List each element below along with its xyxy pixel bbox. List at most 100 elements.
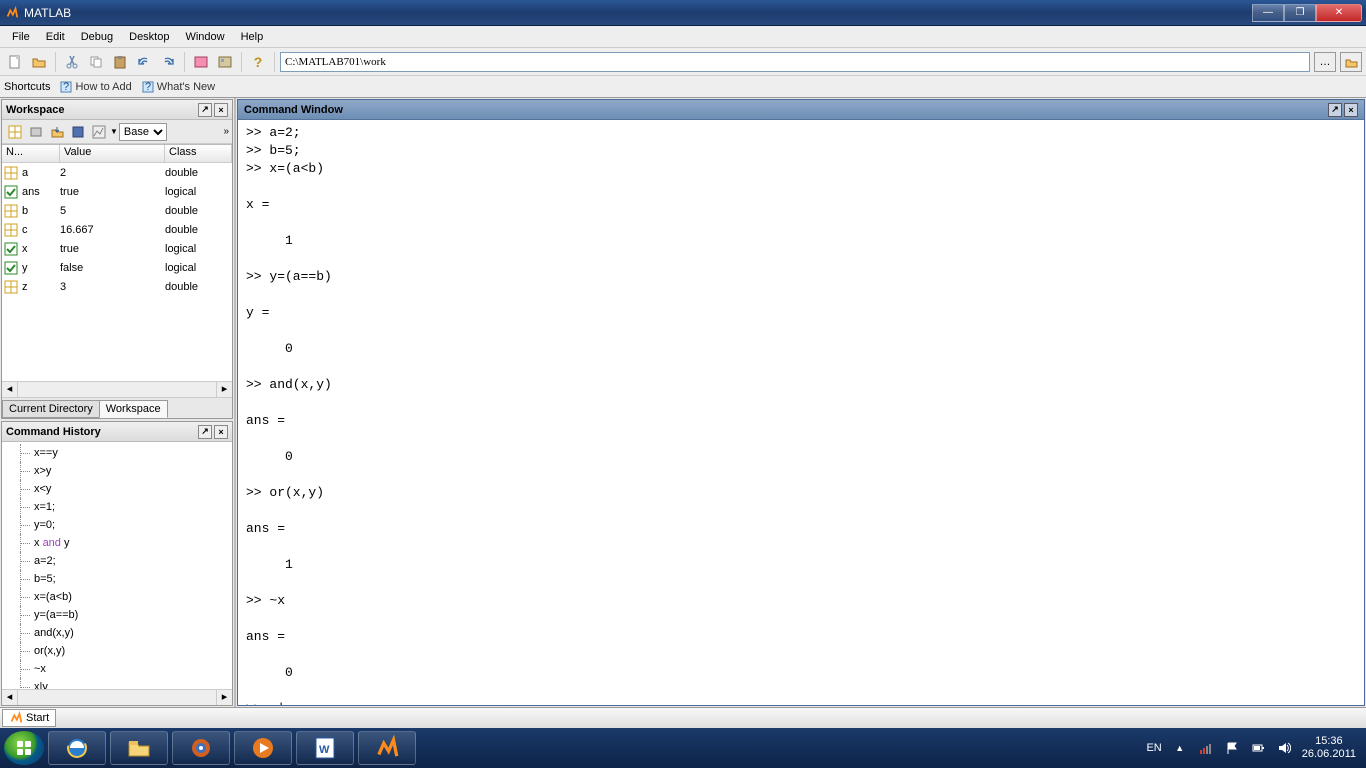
- variable-type-icon: [2, 185, 20, 199]
- command-window-titlebar: Command Window ↗ ×: [238, 100, 1364, 120]
- header-class[interactable]: Class: [165, 145, 232, 162]
- history-line[interactable]: y=0;: [2, 516, 232, 534]
- workspace-scope-select[interactable]: Base: [119, 123, 167, 141]
- path-browse-button[interactable]: …: [1314, 52, 1336, 72]
- workspace-table[interactable]: N... Value Class a2doubleanstruelogicalb…: [2, 144, 232, 381]
- variable-value: true: [60, 243, 165, 255]
- taskbar-mediaplayer-icon[interactable]: [234, 731, 292, 765]
- menu-edit[interactable]: Edit: [38, 28, 73, 46]
- whats-new-link[interactable]: ?What's New: [142, 81, 215, 93]
- workspace-hscroll[interactable]: ◂ ▸: [2, 381, 232, 397]
- minimize-button[interactable]: —: [1252, 4, 1284, 22]
- history-line[interactable]: x<y: [2, 480, 232, 498]
- history-line[interactable]: x and y: [2, 534, 232, 552]
- matlab-logo-icon: [9, 711, 23, 725]
- command-window-close-button[interactable]: ×: [1344, 103, 1358, 117]
- taskbar-word-icon[interactable]: W: [296, 731, 354, 765]
- history-close-button[interactable]: ×: [214, 425, 228, 439]
- open-file-icon[interactable]: [28, 51, 50, 73]
- show-hidden-icon[interactable]: ▲: [1172, 740, 1188, 756]
- history-body[interactable]: x==yx>yx<yx=1;y=0;x and ya=2;b=5;x=(a<b)…: [2, 442, 232, 689]
- menu-desktop[interactable]: Desktop: [121, 28, 177, 46]
- volume-icon[interactable]: [1276, 740, 1292, 756]
- history-line[interactable]: b=5;: [2, 570, 232, 588]
- help-icon[interactable]: ?: [247, 51, 269, 73]
- plot-dropdown-icon[interactable]: ▼: [110, 127, 118, 136]
- command-window-body[interactable]: >> a=2; >> b=5; >> x=(a<b) x = 1 >> y=(a…: [238, 120, 1364, 705]
- start-label: Start: [26, 712, 49, 724]
- flag-icon[interactable]: [1224, 740, 1240, 756]
- workspace-close-button[interactable]: ×: [214, 103, 228, 117]
- history-line[interactable]: or(x,y): [2, 642, 232, 660]
- menu-file[interactable]: File: [4, 28, 38, 46]
- history-line[interactable]: x>y: [2, 462, 232, 480]
- taskbar-explorer-icon[interactable]: [110, 731, 168, 765]
- close-button[interactable]: ✕: [1316, 4, 1362, 22]
- workspace-row[interactable]: a2double: [2, 163, 232, 182]
- header-name[interactable]: N...: [2, 145, 60, 162]
- header-value[interactable]: Value: [60, 145, 165, 162]
- copy-icon[interactable]: [85, 51, 107, 73]
- simulink-icon[interactable]: [190, 51, 212, 73]
- history-line[interactable]: and(x,y): [2, 624, 232, 642]
- variable-name: b: [20, 205, 60, 217]
- current-folder-input[interactable]: [280, 52, 1310, 72]
- save-workspace-icon[interactable]: [68, 122, 88, 142]
- workspace-row[interactable]: z3double: [2, 277, 232, 296]
- network-icon[interactable]: [1198, 740, 1214, 756]
- taskbar-app1-icon[interactable]: [172, 731, 230, 765]
- history-line[interactable]: x|y: [2, 678, 232, 689]
- menu-window[interactable]: Window: [177, 28, 232, 46]
- history-line[interactable]: x==y: [2, 444, 232, 462]
- howto-add-link[interactable]: ?How to Add: [60, 81, 131, 93]
- history-hscroll[interactable]: ◂ ▸: [2, 689, 232, 705]
- variable-value: 3: [60, 281, 165, 293]
- new-file-icon[interactable]: [4, 51, 26, 73]
- workspace-row[interactable]: xtruelogical: [2, 239, 232, 258]
- history-undock-button[interactable]: ↗: [198, 425, 212, 439]
- redo-icon[interactable]: [157, 51, 179, 73]
- windows-start-button[interactable]: [4, 731, 44, 765]
- command-history-panel: Command History ↗ × x==yx>yx<yx=1;y=0;x …: [1, 421, 233, 706]
- workspace-undock-button[interactable]: ↗: [198, 103, 212, 117]
- guide-icon[interactable]: [214, 51, 236, 73]
- new-variable-icon[interactable]: [5, 122, 25, 142]
- undo-icon[interactable]: [133, 51, 155, 73]
- variable-value: true: [60, 186, 165, 198]
- path-up-button[interactable]: [1340, 52, 1362, 72]
- history-line[interactable]: a=2;: [2, 552, 232, 570]
- cut-icon[interactable]: [61, 51, 83, 73]
- history-line[interactable]: x=1;: [2, 498, 232, 516]
- window-titlebar: MATLAB — ❐ ✕: [0, 0, 1366, 26]
- workspace-toolbar-overflow[interactable]: »: [223, 126, 229, 137]
- variable-value: false: [60, 262, 165, 274]
- workspace-row[interactable]: yfalselogical: [2, 258, 232, 277]
- workspace-row[interactable]: c16.667double: [2, 220, 232, 239]
- workspace-row[interactable]: anstruelogical: [2, 182, 232, 201]
- matlab-start-button[interactable]: Start: [2, 709, 56, 727]
- system-clock[interactable]: 15:36 26.06.2011: [1302, 735, 1356, 761]
- power-icon[interactable]: [1250, 740, 1266, 756]
- open-variable-icon[interactable]: [26, 122, 46, 142]
- paste-icon[interactable]: [109, 51, 131, 73]
- variable-value: 5: [60, 205, 165, 217]
- menu-debug[interactable]: Debug: [73, 28, 121, 46]
- tab-current-directory[interactable]: Current Directory: [2, 400, 100, 418]
- menu-help[interactable]: Help: [233, 28, 272, 46]
- maximize-button[interactable]: ❐: [1284, 4, 1316, 22]
- command-window-undock-button[interactable]: ↗: [1328, 103, 1342, 117]
- history-line[interactable]: ~x: [2, 660, 232, 678]
- taskbar-ie-icon[interactable]: [48, 731, 106, 765]
- plot-icon[interactable]: [89, 122, 109, 142]
- variable-type-icon: [2, 223, 20, 237]
- import-data-icon[interactable]: [47, 122, 67, 142]
- window-controls: — ❐ ✕: [1252, 4, 1362, 22]
- variable-class: double: [165, 281, 232, 293]
- history-line[interactable]: x=(a<b): [2, 588, 232, 606]
- tab-workspace[interactable]: Workspace: [99, 400, 168, 418]
- language-indicator[interactable]: EN: [1146, 742, 1161, 754]
- workspace-row[interactable]: b5double: [2, 201, 232, 220]
- taskbar-matlab-icon[interactable]: [358, 731, 416, 765]
- history-line[interactable]: y=(a==b): [2, 606, 232, 624]
- history-title-bar: Command History ↗ ×: [2, 422, 232, 442]
